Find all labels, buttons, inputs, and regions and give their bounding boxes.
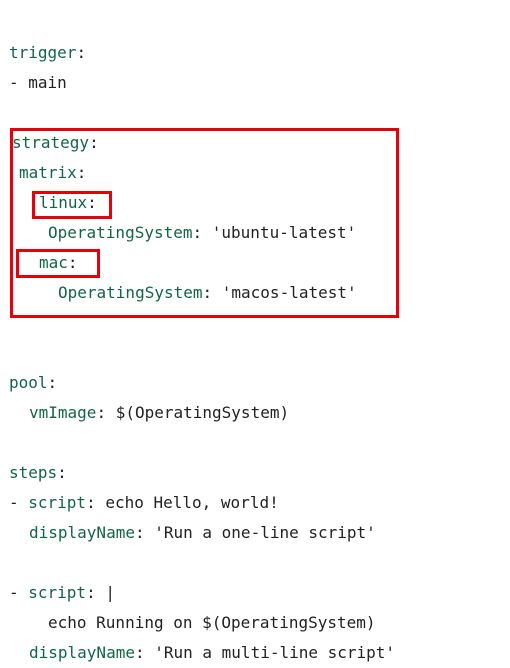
yaml-colon: : [76,163,87,182]
code-line-script-multi: - script: | [9,578,115,608]
code-line-os-ubuntu: OperatingSystem: 'ubuntu-latest' [48,218,356,248]
code-line-displayname-one: displayName: 'Run a one-line script' [29,518,376,548]
yaml-colon: : [57,463,67,482]
code-line-vmimage: vmImage: $(OperatingSystem) [29,398,289,428]
yaml-value: echo Hello, world! [105,493,279,512]
yaml-colon: : [76,43,87,62]
yaml-string: 'ubuntu-latest' [211,223,357,242]
yaml-colon: : [47,373,58,392]
yaml-key: displayName [29,643,135,662]
yaml-colon: : [192,223,212,242]
code-line-main: - main [9,68,67,98]
yaml-colon: : [89,133,99,152]
code-line-echo-running: echo Running on $(OperatingSystem) [48,608,376,638]
yaml-colon: : [86,493,106,512]
yaml-value: echo Running on $(OperatingSystem) [48,613,376,632]
yaml-key: strategy [12,133,90,152]
yaml-dash: - [9,493,29,512]
yaml-string: 'macos-latest' [221,283,357,302]
yaml-value: $(OperatingSystem) [115,403,290,422]
yaml-colon: : [202,283,222,302]
yaml-string: 'Run a multi-line script' [154,643,396,662]
yaml-block-indicator: | [105,583,115,602]
yaml-colon: : [87,193,97,212]
yaml-colon: : [67,253,78,272]
yaml-key: vmImage [29,403,97,422]
yaml-key: OperatingSystem [58,283,203,302]
yaml-key: trigger [9,43,77,62]
yaml-string: 'Run a one-line script' [154,523,376,542]
code-line-strategy: strategy: [12,128,99,158]
code-line-os-macos: OperatingSystem: 'macos-latest' [58,278,357,308]
yaml-colon: : [86,583,106,602]
code-line-pool: pool: [9,368,57,398]
yaml-key: mac [39,253,68,272]
yaml-dash: - [9,73,29,92]
yaml-value: main [28,73,67,92]
yaml-dash: - [9,583,29,602]
yaml-colon: : [134,523,155,542]
yaml-colon: : [96,403,116,422]
code-line-script-one: - script: echo Hello, world! [9,488,279,518]
yaml-key: script [28,493,87,512]
code-line-trigger: trigger: [9,38,86,68]
yaml-key: steps [9,463,58,482]
yaml-key: script [28,583,87,602]
code-line-mac: mac: [39,248,78,278]
yaml-key: linux [39,193,88,212]
yaml-code-block: trigger: - main strategy: matrix: linux:… [0,0,510,668]
code-line-matrix: matrix: [19,158,86,188]
yaml-key: displayName [29,523,135,542]
yaml-key: matrix [19,163,77,182]
yaml-key: OperatingSystem [48,223,193,242]
yaml-colon: : [134,643,155,662]
code-line-displayname-multi: displayName: 'Run a multi-line script' [29,638,395,668]
code-line-steps: steps: [9,458,67,488]
yaml-key: pool [9,373,48,392]
code-line-linux: linux: [39,188,97,218]
